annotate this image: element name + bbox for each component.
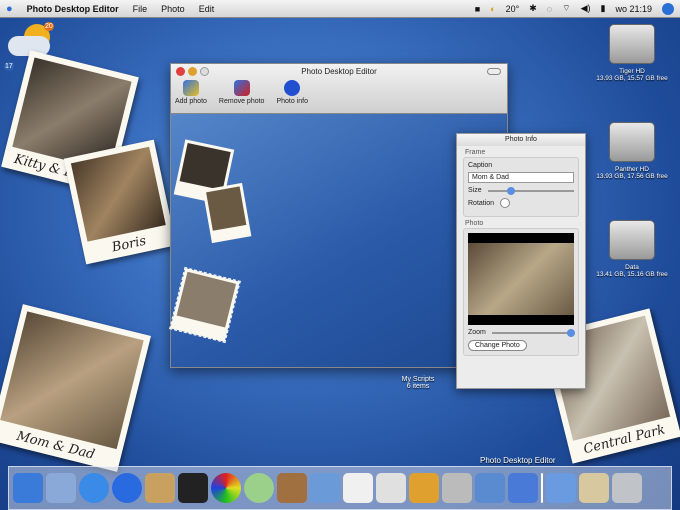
- drive-name: Panther HD: [615, 166, 649, 173]
- color-picker-icon[interactable]: [211, 473, 241, 503]
- status-icon[interactable]: ■: [475, 4, 480, 14]
- size-slider[interactable]: [487, 186, 574, 195]
- drive-data[interactable]: Data 13.41 GB, 15.16 GB free: [596, 220, 668, 278]
- drive-info: 13.93 GB, 15.57 GB free: [596, 75, 668, 82]
- wifi-icon[interactable]: ⌔: [562, 3, 570, 14]
- photo-image: [70, 146, 166, 242]
- add-photo-icon: [182, 80, 199, 96]
- size-label: Size: [468, 187, 482, 194]
- sync-icon[interactable]: ◌: [547, 4, 552, 14]
- panel-title: Photo Info: [457, 134, 585, 146]
- drive-name: Tiger HD: [619, 68, 645, 75]
- remove-photo-button[interactable]: Remove photo: [218, 80, 265, 105]
- desktop-app-label[interactable]: Photo Desktop Editor: [480, 456, 556, 465]
- dock-divider: [541, 473, 543, 503]
- photo-info-panel: Photo Info Frame Caption Mom & Dad Size …: [456, 133, 586, 389]
- frame-group: Caption Mom & Dad Size Rotation: [463, 157, 579, 217]
- photo-image: [0, 311, 144, 450]
- toolbar-toggle-button[interactable]: [487, 68, 501, 75]
- home-folder-icon[interactable]: [579, 473, 609, 503]
- system-prefs-icon[interactable]: [442, 473, 472, 503]
- photo-desktop-icon[interactable]: [475, 473, 505, 503]
- dock: [8, 466, 672, 510]
- iphoto-icon[interactable]: [277, 473, 307, 503]
- textedit-icon[interactable]: [343, 473, 373, 503]
- battery-icon[interactable]: ▮: [601, 3, 606, 14]
- clock[interactable]: wo 21:19: [615, 4, 652, 14]
- folder-name: My Scripts: [401, 376, 435, 383]
- menu-file[interactable]: File: [133, 4, 148, 14]
- zoom-label: Zoom: [468, 329, 486, 336]
- mail-icon[interactable]: [46, 473, 76, 503]
- weather-high: 20: [44, 22, 54, 31]
- finder-icon[interactable]: [13, 473, 43, 503]
- drive-name: Data: [625, 264, 639, 271]
- hard-drive-icon: [609, 122, 655, 162]
- frame-section-label: Frame: [465, 149, 486, 156]
- applications-folder-icon[interactable]: [546, 473, 576, 503]
- rotation-dial[interactable]: [500, 198, 511, 208]
- menu-app[interactable]: Photo Desktop Editor: [27, 4, 119, 14]
- window-title: Photo Desktop Editor: [301, 67, 377, 76]
- thumb-mom-dad-selected[interactable]: [169, 266, 241, 344]
- drive-panther[interactable]: Panther HD 13.93 GB, 17.56 GB free: [596, 122, 668, 180]
- terminal-icon[interactable]: [178, 473, 208, 503]
- caption-label: Caption: [468, 162, 493, 169]
- photo-info-icon: [284, 80, 301, 96]
- temperature[interactable]: 20°: [506, 4, 520, 14]
- weather-low: 17: [4, 62, 14, 71]
- drive-tiger[interactable]: Tiger HD 13.93 GB, 15.57 GB free: [596, 24, 668, 82]
- window-toolbar: Photo Desktop Editor Add photo Remove ph…: [171, 64, 507, 114]
- remove-photo-icon: [233, 80, 250, 96]
- thumb-boris[interactable]: [202, 182, 252, 244]
- photo-info-button[interactable]: Photo info: [276, 80, 308, 105]
- menu-photo[interactable]: Photo: [161, 4, 185, 14]
- caption-input[interactable]: Mom & Dad: [468, 172, 574, 183]
- photo-mom-dad[interactable]: Mom & Dad: [0, 304, 151, 472]
- zoom-slider[interactable]: [491, 328, 576, 337]
- xcode-icon[interactable]: [310, 473, 340, 503]
- itunes-icon[interactable]: [244, 473, 274, 503]
- rotation-label: Rotation: [468, 199, 495, 207]
- photo-group: Zoom Change Photo: [463, 228, 579, 356]
- photo-booth-icon[interactable]: [508, 473, 538, 503]
- photo-editor-icon[interactable]: [409, 473, 439, 503]
- menu-edit[interactable]: Edit: [199, 4, 215, 14]
- drive-info: 13.41 GB, 15.16 GB free: [596, 271, 668, 278]
- menu-bar: ● Photo Desktop Editor File Photo Edit ■…: [0, 0, 680, 18]
- photo-info-label: Photo info: [276, 98, 308, 105]
- folder-my-scripts[interactable]: My Scripts 6 items: [388, 376, 448, 390]
- weather-icon[interactable]: ◐: [490, 4, 495, 14]
- remove-photo-label: Remove photo: [218, 98, 265, 105]
- drive-info: 13.93 GB, 17.56 GB free: [596, 173, 668, 180]
- ichat-icon[interactable]: [112, 473, 142, 503]
- hard-drive-icon: [609, 24, 655, 64]
- volume-icon[interactable]: ◀): [581, 3, 591, 14]
- preview-icon[interactable]: [376, 473, 406, 503]
- apple-menu-icon[interactable]: ●: [6, 3, 13, 15]
- photo-section-label: Photo: [465, 220, 484, 227]
- add-photo-label: Add photo: [175, 98, 207, 105]
- add-photo-button[interactable]: Add photo: [175, 80, 207, 105]
- safari-icon[interactable]: [79, 473, 109, 503]
- trash-icon[interactable]: [612, 473, 642, 503]
- photo-boris[interactable]: Boris: [63, 139, 177, 265]
- change-photo-button[interactable]: Change Photo: [468, 340, 527, 351]
- hard-drive-icon: [609, 220, 655, 260]
- address-book-icon[interactable]: [145, 473, 175, 503]
- folder-info: 6 items: [406, 383, 430, 390]
- spotlight-icon[interactable]: [662, 2, 674, 15]
- bluetooth-icon[interactable]: ✱: [529, 3, 537, 14]
- photo-preview: [468, 233, 574, 325]
